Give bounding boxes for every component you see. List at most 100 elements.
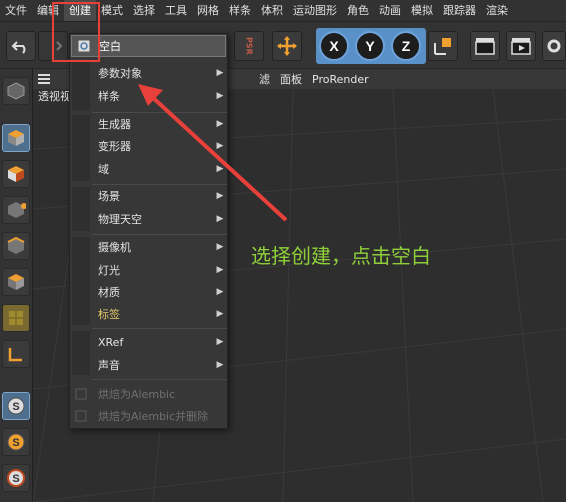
viewport-menu-tabs: 滤 面板 ProRender	[259, 69, 369, 89]
menu-item-fields[interactable]: 域 ▶	[70, 158, 227, 180]
texture-mode-button[interactable]	[2, 160, 30, 188]
submenu-arrow-icon: ▶	[216, 91, 224, 101]
menu-item-generators[interactable]: 生成器 ▶	[70, 113, 227, 135]
uv-grid-icon	[9, 311, 23, 325]
menu-item-label: 烘焙为Alembic	[98, 388, 176, 401]
points-cube-icon	[8, 202, 26, 218]
create-menu-dropdown: 空白 参数对象 ▶ 样条 ▶ 生成器 ▶ 变形器 ▶ 域 ▶ 场景 ▶ 物理天空 ▶ 摄像机 ▶…	[69, 33, 228, 429]
menu-item-xref[interactable]: XRef ▶	[70, 331, 227, 353]
submenu-arrow-icon: ▶	[216, 242, 224, 252]
gear-icon	[547, 39, 561, 53]
uv-mode-button[interactable]	[2, 304, 30, 332]
menu-item-sound[interactable]: 声音 ▶	[70, 354, 227, 376]
menu-item-label: 材质	[98, 286, 120, 299]
submenu-arrow-icon: ▶	[216, 68, 224, 78]
menu-item-bake-alembic-delete[interactable]: 烘焙为Alembic并删除	[70, 405, 227, 427]
menu-item-label: 参数对象	[98, 67, 142, 80]
menu-tools[interactable]: 工具	[160, 0, 192, 21]
x-axis-button[interactable]: X	[319, 31, 349, 61]
menu-item-label: 灯光	[98, 264, 120, 277]
viewport-tab-panel[interactable]: 面板	[280, 71, 302, 87]
viewport-menu-icon[interactable]	[33, 69, 55, 89]
edges-mode-button[interactable]	[2, 232, 30, 260]
snap-settings-button[interactable]: S	[2, 428, 30, 456]
menu-item-light[interactable]: 灯光 ▶	[70, 259, 227, 281]
highlight-box	[52, 2, 100, 62]
clapboard-icon	[475, 38, 495, 55]
menu-mograph[interactable]: 运动图形	[288, 0, 342, 21]
snap-icon: S	[7, 397, 25, 415]
menu-item-bake-alembic[interactable]: 烘焙为Alembic	[70, 383, 227, 405]
menu-item-scene[interactable]: 场景 ▶	[70, 185, 227, 207]
cube-wireframe-icon	[7, 82, 25, 100]
workplane-snap-icon: S	[7, 469, 25, 487]
menu-select[interactable]: 选择	[128, 0, 160, 21]
viewport-tab-prorender[interactable]: ProRender	[312, 73, 369, 86]
menu-item-label: 烘焙为Alembic并删除	[98, 410, 209, 423]
psr-lock-button[interactable]: PSR	[234, 31, 264, 61]
menu-item-deformers[interactable]: 变形器 ▶	[70, 135, 227, 157]
workplane-snap-button[interactable]: S	[2, 464, 30, 492]
polygons-mode-button[interactable]	[2, 268, 30, 296]
z-axis-button[interactable]: Z	[391, 31, 421, 61]
render-to-picture-viewer-button[interactable]	[506, 31, 536, 61]
alembic-delete-icon	[75, 410, 87, 422]
menu-item-label: 场景	[98, 190, 120, 203]
instruction-text: 选择创建，点击空白	[251, 244, 431, 268]
axis-mode-button[interactable]	[2, 340, 30, 368]
viewport-solo-button[interactable]	[2, 77, 30, 105]
menu-volume[interactable]: 体积	[256, 0, 288, 21]
submenu-arrow-icon: ▶	[216, 214, 224, 224]
svg-text:S: S	[12, 473, 19, 485]
render-settings-button[interactable]	[542, 31, 566, 61]
move-icon	[277, 36, 297, 56]
menu-item-spline[interactable]: 样条 ▶	[70, 85, 227, 107]
submenu-arrow-icon: ▶	[216, 191, 224, 201]
svg-text:S: S	[12, 437, 19, 449]
menu-item-label: 物理天空	[98, 213, 142, 226]
menu-item-label: 声音	[98, 359, 120, 372]
viewport-tab-filter[interactable]: 滤	[259, 71, 270, 87]
play-clapboard-icon	[511, 38, 531, 55]
psr-label: PSR	[244, 37, 254, 55]
submenu-arrow-icon: ▶	[216, 265, 224, 275]
left-toolbar: S S S	[0, 69, 33, 502]
submenu-arrow-icon: ▶	[216, 287, 224, 297]
axis-icon	[8, 348, 22, 362]
menu-item-label: 标签	[98, 308, 120, 321]
menu-character[interactable]: 角色	[342, 0, 374, 21]
menu-item-parametric-objects[interactable]: 参数对象 ▶	[70, 62, 227, 84]
menu-spline[interactable]: 样条	[224, 0, 256, 21]
coordinate-system-button[interactable]	[428, 31, 458, 61]
menu-simulate[interactable]: 模拟	[406, 0, 438, 21]
menu-item-label: 摄像机	[98, 241, 131, 254]
menu-render[interactable]: 渲染	[481, 0, 513, 21]
points-mode-button[interactable]	[2, 196, 30, 224]
edges-cube-icon	[7, 236, 25, 254]
render-view-button[interactable]	[470, 31, 500, 61]
menu-file[interactable]: 文件	[0, 0, 32, 21]
menu-item-tag[interactable]: 标签 ▶	[70, 303, 227, 325]
model-mode-button[interactable]	[2, 124, 30, 152]
menu-item-physical-sky[interactable]: 物理天空 ▶	[70, 208, 227, 230]
menu-item-camera[interactable]: 摄像机 ▶	[70, 236, 227, 258]
menu-item-material[interactable]: 材质 ▶	[70, 281, 227, 303]
menu-item-label: 变形器	[98, 140, 131, 153]
menu-mode[interactable]: 模式	[96, 0, 128, 21]
snap-button[interactable]: S	[2, 392, 30, 420]
menu-tracker[interactable]: 跟踪器	[438, 0, 481, 21]
menu-mesh[interactable]: 网格	[192, 0, 224, 21]
menu-item-label: XRef	[98, 335, 124, 349]
move-tool-button[interactable]	[272, 31, 302, 61]
y-axis-button[interactable]: Y	[355, 31, 385, 61]
submenu-arrow-icon: ▶	[216, 337, 224, 347]
undo-button[interactable]	[6, 31, 36, 61]
checker-cube-icon	[8, 166, 24, 182]
viewport-camera-label: 透视视	[33, 89, 73, 105]
coordinate-system-icon	[434, 38, 451, 55]
alembic-icon	[75, 388, 87, 400]
menu-item-label: 样条	[98, 90, 120, 103]
cube-icon	[8, 130, 24, 146]
submenu-arrow-icon: ▶	[216, 141, 224, 151]
menu-animate[interactable]: 动画	[374, 0, 406, 21]
